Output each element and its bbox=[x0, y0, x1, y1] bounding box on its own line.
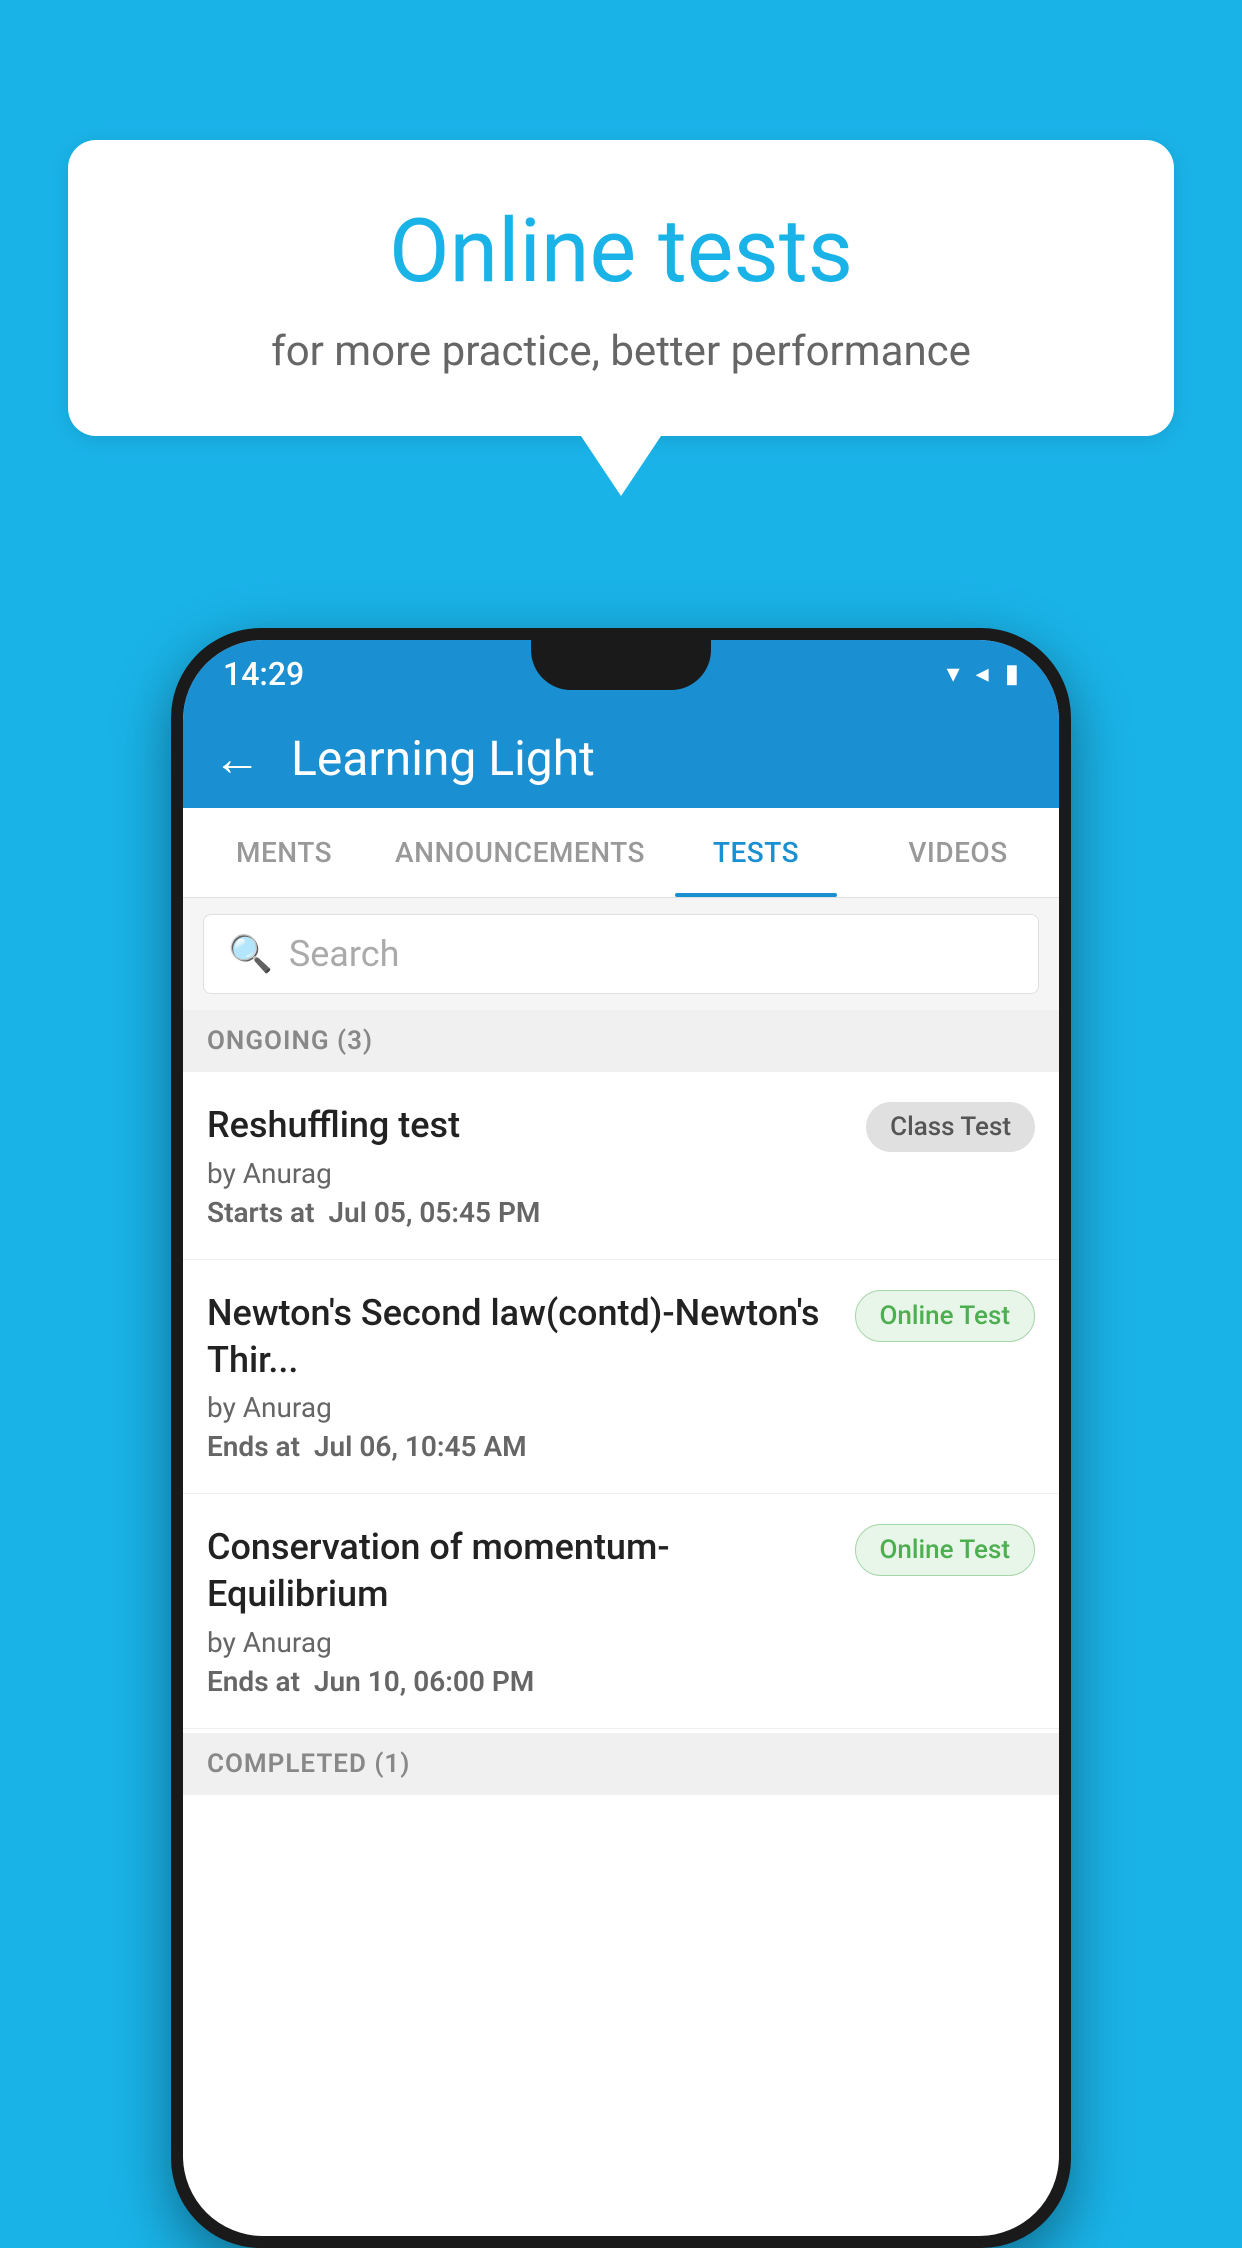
ongoing-section-header: ONGOING (3) bbox=[183, 1010, 1059, 1072]
test-badge: Online Test bbox=[855, 1524, 1036, 1576]
test-item[interactable]: Newton's Second law(contd)-Newton's Thir… bbox=[183, 1260, 1059, 1495]
test-item[interactable]: Reshuffling test by Anurag Starts at Jul… bbox=[183, 1072, 1059, 1260]
completed-section-title: COMPLETED (1) bbox=[207, 1749, 410, 1779]
search-container: 🔍 Search bbox=[183, 898, 1059, 1010]
phone-frame: 14:29 ▾ ◂ ▮ ← Learning Light MENTS ANNOU… bbox=[171, 628, 1071, 2248]
tab-ments[interactable]: MENTS bbox=[183, 808, 385, 897]
speech-bubble-arrow bbox=[581, 436, 661, 496]
test-item-left: Newton's Second law(contd)-Newton's Thir… bbox=[207, 1290, 855, 1464]
ongoing-section-title: ONGOING (3) bbox=[207, 1026, 373, 1056]
speech-bubble-subtitle: for more practice, better performance bbox=[148, 327, 1094, 376]
notch bbox=[531, 640, 711, 690]
tab-tests[interactable]: TESTS bbox=[655, 808, 857, 897]
wifi-icon: ▾ bbox=[947, 659, 960, 689]
status-bar: 14:29 ▾ ◂ ▮ bbox=[183, 640, 1059, 708]
test-item-left: Conservation of momentum-Equilibrium by … bbox=[207, 1524, 855, 1698]
search-icon: 🔍 bbox=[228, 933, 273, 975]
phone-inner: 14:29 ▾ ◂ ▮ ← Learning Light MENTS ANNOU… bbox=[183, 640, 1059, 2236]
test-item-name: Conservation of momentum-Equilibrium bbox=[207, 1524, 835, 1618]
test-item-name: Reshuffling test bbox=[207, 1102, 846, 1149]
test-item-author: by Anurag bbox=[207, 1626, 835, 1659]
search-input-wrapper[interactable]: 🔍 Search bbox=[203, 914, 1039, 994]
status-icons: ▾ ◂ ▮ bbox=[947, 659, 1019, 689]
test-item-time: Ends at Jun 10, 06:00 PM bbox=[207, 1665, 835, 1698]
test-item-name: Newton's Second law(contd)-Newton's Thir… bbox=[207, 1290, 835, 1384]
battery-icon: ▮ bbox=[1005, 659, 1019, 689]
search-placeholder: Search bbox=[289, 933, 400, 975]
completed-section-header: COMPLETED (1) bbox=[183, 1733, 1059, 1795]
test-item-author: by Anurag bbox=[207, 1391, 835, 1424]
status-time: 14:29 bbox=[223, 655, 304, 693]
test-item-time: Ends at Jul 06, 10:45 AM bbox=[207, 1430, 835, 1463]
test-item-left: Reshuffling test by Anurag Starts at Jul… bbox=[207, 1102, 866, 1229]
app-bar-title: Learning Light bbox=[291, 730, 595, 787]
speech-bubble-container: Online tests for more practice, better p… bbox=[68, 140, 1174, 496]
test-item-time: Starts at Jul 05, 05:45 PM bbox=[207, 1196, 846, 1229]
speech-bubble: Online tests for more practice, better p… bbox=[68, 140, 1174, 436]
signal-icon: ◂ bbox=[976, 659, 989, 689]
back-button[interactable]: ← bbox=[213, 730, 261, 787]
test-badge: Online Test bbox=[855, 1290, 1036, 1342]
test-item[interactable]: Conservation of momentum-Equilibrium by … bbox=[183, 1494, 1059, 1729]
tab-videos[interactable]: VIDEOS bbox=[857, 808, 1059, 897]
tab-announcements[interactable]: ANNOUNCEMENTS bbox=[385, 808, 655, 897]
speech-bubble-title: Online tests bbox=[148, 200, 1094, 303]
test-badge: Class Test bbox=[866, 1102, 1035, 1152]
app-bar: ← Learning Light bbox=[183, 708, 1059, 808]
test-item-author: by Anurag bbox=[207, 1157, 846, 1190]
tabs-container: MENTS ANNOUNCEMENTS TESTS VIDEOS bbox=[183, 808, 1059, 898]
